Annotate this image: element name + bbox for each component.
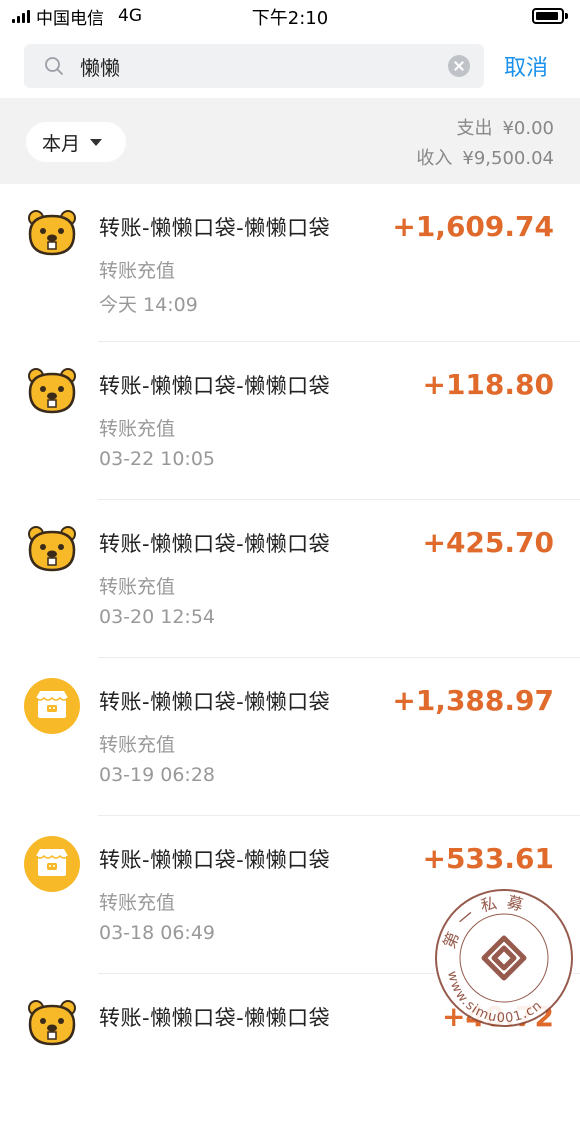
transaction-amount: +118.80: [422, 368, 554, 401]
transaction-title: 转账-懒懒口袋-懒懒口袋: [99, 690, 331, 714]
month-filter-label: 本月: [42, 132, 81, 155]
expense-total: 支出 ¥0.00: [416, 114, 554, 144]
transaction-time: 03-22 10:05: [99, 448, 216, 470]
search-query: 懒懒: [80, 56, 120, 80]
transaction-subtitle: 转账充值: [99, 260, 176, 282]
summary-bar: 本月 支出 ¥0.00 收入 ¥9,500.04: [0, 98, 580, 184]
transaction-title: 转账-懒懒口袋-懒懒口袋: [99, 532, 331, 556]
shop-icon: [24, 836, 80, 892]
search-input[interactable]: 懒懒: [24, 44, 484, 88]
expense-value: ¥0.00: [502, 118, 554, 139]
income-total: 收入 ¥9,500.04: [416, 144, 554, 174]
beaver-icon: [24, 520, 80, 576]
beaver-icon: [24, 204, 80, 260]
status-time: 下午2:10: [251, 8, 329, 29]
transaction-title: 转账-懒懒口袋-懒懒口袋: [99, 374, 331, 398]
transaction-amount: +1,388.97: [392, 684, 554, 717]
transaction-title: 转账-懒懒口袋-懒懒口袋: [99, 1006, 331, 1030]
transaction-time: 03-18 06:49: [99, 922, 216, 944]
transaction-subtitle: 转账充值: [99, 418, 176, 440]
battery-icon: [532, 8, 568, 24]
transaction-row[interactable]: 转账-懒懒口袋-懒懒口袋 转账充值 03-20 12:54 +425.70: [0, 500, 580, 658]
transaction-amount: +425.70: [422, 526, 554, 559]
transaction-row[interactable]: 转账-懒懒口袋-懒懒口袋 转账充值 03-19 06:28 +1,388.97: [0, 658, 580, 816]
shop-icon: [24, 678, 80, 734]
search-row: 懒懒 取消: [0, 34, 580, 98]
transaction-time: 今天 14:09: [99, 294, 198, 316]
caret-down-icon: [90, 138, 103, 146]
transaction-amount: +1,609.74: [392, 210, 554, 243]
summary-totals: 支出 ¥0.00 收入 ¥9,500.04: [416, 114, 554, 174]
beaver-icon: [24, 362, 80, 418]
month-filter-button[interactable]: 本月: [26, 122, 126, 162]
transaction-title: 转账-懒懒口袋-懒懒口袋: [99, 216, 331, 240]
status-bar: 中国电信 4G 下午2:10: [0, 0, 580, 34]
expense-label: 支出: [456, 118, 493, 139]
income-label: 收入: [416, 148, 453, 169]
transaction-subtitle: 转账充值: [99, 892, 176, 914]
income-value: ¥9,500.04: [462, 148, 554, 169]
search-icon: [45, 57, 63, 75]
transaction-time: 03-20 12:54: [99, 606, 216, 628]
transaction-amount: +533.61: [422, 842, 554, 875]
transaction-row[interactable]: 转账-懒懒口袋-懒懒口袋 转账充值 今天 14:09 +1,609.74: [0, 184, 580, 342]
transaction-subtitle: 转账充值: [99, 734, 176, 756]
cancel-button[interactable]: 取消: [504, 50, 548, 82]
transaction-title: 转账-懒懒口袋-懒懒口袋: [99, 848, 331, 872]
watermark-stamp: 第一私募 www.simu001.cn: [435, 889, 573, 1027]
transaction-time: 03-19 06:28: [99, 764, 216, 786]
transaction-row[interactable]: 转账-懒懒口袋-懒懒口袋 转账充值 03-22 10:05 +118.80: [0, 342, 580, 500]
beaver-icon: [24, 994, 80, 1050]
transaction-subtitle: 转账充值: [99, 576, 176, 598]
clear-icon[interactable]: [448, 55, 470, 77]
